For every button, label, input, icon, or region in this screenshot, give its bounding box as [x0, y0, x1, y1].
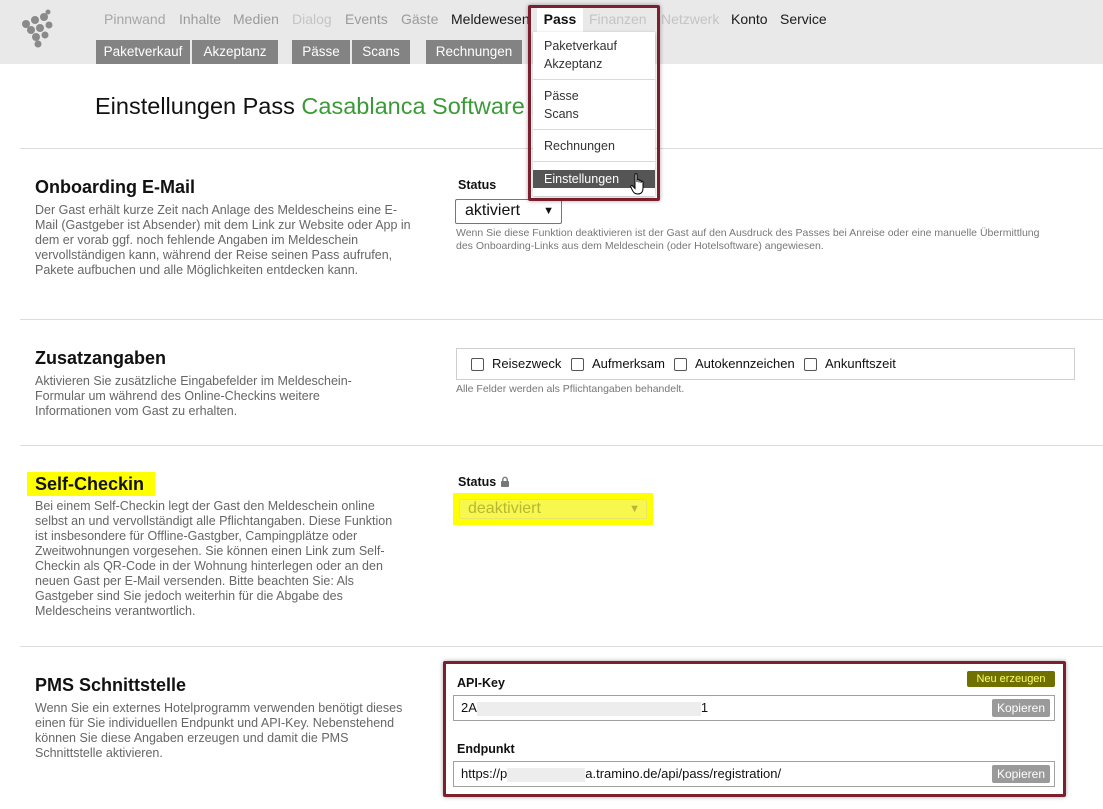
- checkbox-label-reisezweck: Reisezweck: [492, 356, 562, 371]
- onboarding-status-value: aktiviert: [465, 202, 521, 219]
- page-title: Einstellungen Pass Casablanca Software b: [95, 93, 544, 120]
- zusatz-title: Zusatzangaben: [35, 348, 167, 368]
- divider: [20, 319, 1103, 320]
- page-title-company: Casablanca Software: [301, 93, 525, 119]
- selfcheckin-description: Bei einem Self-Checkin legt der Gast den…: [35, 499, 393, 618]
- endpoint-suffix: a.tramino.de/api/pass/registration/: [585, 766, 782, 781]
- api-key-suffix: 1: [700, 700, 709, 715]
- checkbox-label-aufmerksam: Aufmerksam: [592, 356, 665, 371]
- onboarding-hint: Wenn Sie diese Funktion deaktivieren ist…: [456, 227, 1040, 252]
- menu-divider: [533, 129, 655, 130]
- nav-service[interactable]: Service: [780, 11, 827, 27]
- zusatz-description: Aktivieren Sie zusätzliche Eingabefelder…: [35, 374, 352, 418]
- nav-pass[interactable]: Pass: [537, 8, 583, 32]
- nav-gaeste[interactable]: Gäste: [401, 11, 438, 27]
- subtab-akzeptanz[interactable]: Akzeptanz: [192, 40, 278, 64]
- pass-dropdown-menu: Paketverkauf Akzeptanz Pässe Scans Rechn…: [533, 32, 655, 196]
- api-key-field[interactable]: 2A 1 Kopieren: [453, 695, 1055, 721]
- checkbox-aufmerksam[interactable]: [571, 358, 584, 371]
- nav-medien[interactable]: Medien: [233, 11, 279, 27]
- onboarding-status-label: Status: [458, 178, 497, 192]
- checkbox-ankunftszeit[interactable]: [804, 358, 817, 371]
- api-key-prefix: 2A: [461, 700, 477, 715]
- zusatz-hint: Alle Felder werden als Pflichtangaben be…: [456, 383, 685, 395]
- subtab-paesse[interactable]: Pässe: [292, 40, 350, 64]
- grape-logo-icon[interactable]: [18, 8, 58, 52]
- nav-meldewesen[interactable]: Meldewesen: [451, 11, 530, 27]
- subtab-paketverkauf[interactable]: Paketverkauf: [96, 40, 190, 64]
- subtab-scans[interactable]: Scans: [352, 40, 410, 64]
- zusatz-options-box: Reisezweck Aufmerksam Autokennzeichen An…: [456, 348, 1075, 380]
- selfcheckin-status-label: Status: [458, 475, 510, 489]
- chevron-down-icon: ▼: [629, 503, 640, 515]
- copy-api-key-button[interactable]: Kopieren: [991, 699, 1050, 717]
- nav-inhalte[interactable]: Inhalte: [179, 11, 221, 27]
- lock-icon: [500, 476, 509, 487]
- menu-item-paketverkauf[interactable]: Paketverkauf: [544, 39, 617, 53]
- page-title-prefix: Einstellungen Pass: [95, 93, 295, 119]
- endpoint-label: Endpunkt: [457, 742, 515, 756]
- menu-divider: [533, 161, 655, 162]
- copy-endpoint-button[interactable]: Kopieren: [991, 765, 1050, 783]
- checkbox-reisezweck[interactable]: [471, 358, 484, 371]
- nav-pinnwand[interactable]: Pinnwand: [104, 11, 166, 27]
- onboarding-description: Der Gast erhält kurze Zeit nach Anlage d…: [35, 203, 411, 277]
- menu-item-rechnungen[interactable]: Rechnungen: [544, 139, 615, 153]
- redacted-blur: [476, 701, 701, 716]
- nav-dialog[interactable]: Dialog: [292, 11, 332, 27]
- hand-cursor-icon: [630, 173, 644, 195]
- menu-item-akzeptanz[interactable]: Akzeptanz: [544, 57, 602, 71]
- checkbox-label-ankunftszeit: Ankunftszeit: [825, 356, 896, 371]
- nav-events[interactable]: Events: [345, 11, 388, 27]
- subtab-rechnungen[interactable]: Rechnungen: [426, 40, 522, 64]
- regenerate-key-button[interactable]: Neu erzeugen: [967, 671, 1055, 687]
- selfcheckin-status-text: Status: [458, 475, 497, 489]
- divider: [20, 445, 1103, 446]
- endpoint-prefix: https://p: [461, 766, 508, 781]
- divider: [20, 646, 1103, 647]
- selfcheckin-title: Self-Checkin: [35, 474, 145, 494]
- checkbox-label-autokennzeichen: Autokennzeichen: [695, 356, 795, 371]
- redacted-blur: [507, 767, 586, 782]
- checkbox-autokennzeichen[interactable]: [674, 358, 687, 371]
- nav-netzwerk[interactable]: Netzwerk: [661, 11, 719, 27]
- onboarding-status-select[interactable]: aktiviert ▼: [455, 199, 562, 224]
- pms-title: PMS Schnittstelle: [35, 675, 187, 695]
- api-key-label: API-Key: [457, 676, 505, 690]
- pms-description: Wenn Sie ein externes Hotelprogramm verw…: [35, 701, 403, 760]
- endpoint-field[interactable]: https://p a.tramino.de/api/pass/registrat…: [453, 761, 1055, 787]
- selfcheckin-status-value: deaktiviert: [468, 500, 541, 517]
- menu-divider: [533, 79, 655, 80]
- selfcheckin-status-highlight: deaktiviert ▼: [453, 493, 653, 525]
- menu-item-paesse[interactable]: Pässe: [544, 89, 579, 103]
- selfcheckin-status-select[interactable]: deaktiviert ▼: [459, 499, 647, 519]
- menu-item-scans[interactable]: Scans: [544, 107, 579, 121]
- chevron-down-icon: ▼: [543, 205, 554, 217]
- onboarding-title: Onboarding E-Mail: [35, 177, 195, 197]
- nav-konto[interactable]: Konto: [731, 11, 768, 27]
